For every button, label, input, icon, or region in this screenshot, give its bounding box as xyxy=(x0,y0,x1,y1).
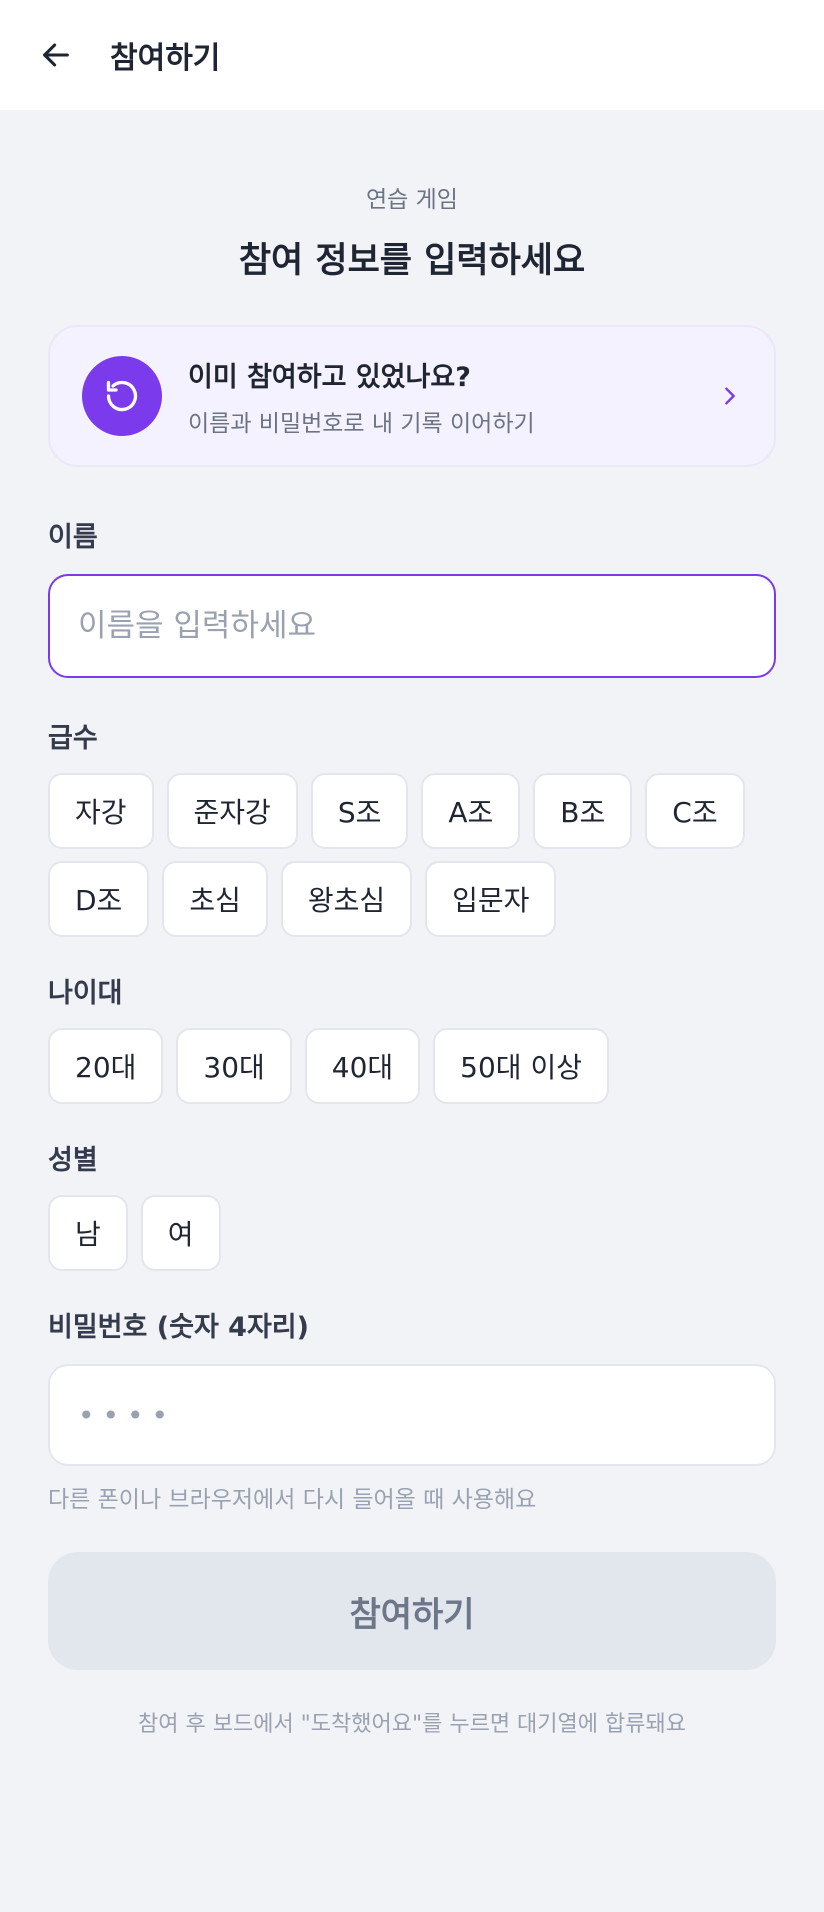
age-chip[interactable]: 30대 xyxy=(176,1028,292,1104)
resume-text: 이미 참여하고 있었나요? 이름과 비밀번호로 내 기록 이어하기 xyxy=(188,355,718,438)
name-label: 이름 xyxy=(48,522,98,553)
main-content: 연습 게임 참여 정보를 입력하세요 이미 참여하고 있었나요? 이름과 비밀번… xyxy=(0,180,824,1738)
age-chip[interactable]: 50대 이상 xyxy=(433,1028,609,1104)
restart-icon xyxy=(106,380,138,412)
resume-record-card[interactable]: 이미 참여하고 있었나요? 이름과 비밀번호로 내 기록 이어하기 xyxy=(48,325,776,467)
app-header: 참여하기 xyxy=(0,0,824,110)
chevron-right-icon xyxy=(718,384,742,408)
name-input[interactable] xyxy=(48,574,776,678)
gender-chip-male[interactable]: 남 xyxy=(48,1195,128,1271)
grade-chip[interactable]: 초심 xyxy=(162,861,268,937)
grade-chip[interactable]: A조 xyxy=(421,773,521,849)
gender-options: 남 여 xyxy=(48,1195,776,1271)
age-options: 20대 30대 40대 50대 이상 xyxy=(48,1028,776,1104)
grade-chip[interactable]: B조 xyxy=(533,773,633,849)
age-label: 나이대 xyxy=(48,978,123,1009)
age-chip[interactable]: 20대 xyxy=(48,1028,164,1104)
password-input[interactable] xyxy=(48,1364,776,1466)
password-label: 비밀번호 (숫자 4자리) xyxy=(48,1312,309,1343)
resume-icon-circle xyxy=(82,356,162,436)
age-chip[interactable]: 40대 xyxy=(304,1028,421,1104)
footer-note: 참여 후 보드에서 "도착했어요"를 누르면 대기열에 합류돼요 xyxy=(138,1712,686,1737)
submit-button[interactable]: 참여하기 xyxy=(48,1552,776,1670)
gender-chip-female[interactable]: 여 xyxy=(140,1195,221,1271)
grade-chip[interactable]: C조 xyxy=(645,773,745,849)
grade-chip[interactable]: S조 xyxy=(310,773,409,849)
resume-title: 이미 참여하고 있었나요? xyxy=(188,361,471,393)
form-title: 참여 정보를 입력하세요 xyxy=(238,241,586,281)
game-type-subtitle: 연습 게임 xyxy=(366,187,458,213)
grade-label: 급수 xyxy=(48,723,98,754)
grade-chip[interactable]: 왕초심 xyxy=(280,861,413,937)
grade-options: 자강 준자강 S조 A조 B조 C조 D조 초심 왕초심 입문자 xyxy=(48,773,776,937)
password-help-text: 다른 폰이나 브라우저에서 다시 들어올 때 사용해요 xyxy=(48,1487,537,1513)
page-title: 참여하기 xyxy=(110,41,221,76)
grade-chip[interactable]: D조 xyxy=(48,861,150,937)
grade-chip[interactable]: 자강 xyxy=(48,773,154,849)
grade-chip[interactable]: 입문자 xyxy=(425,861,557,937)
back-button[interactable] xyxy=(38,37,74,73)
grade-chip[interactable]: 준자강 xyxy=(166,773,298,849)
gender-label: 성별 xyxy=(48,1145,98,1176)
resume-description: 이름과 비밀번호로 내 기록 이어하기 xyxy=(188,410,535,437)
arrow-left-icon xyxy=(43,43,69,67)
